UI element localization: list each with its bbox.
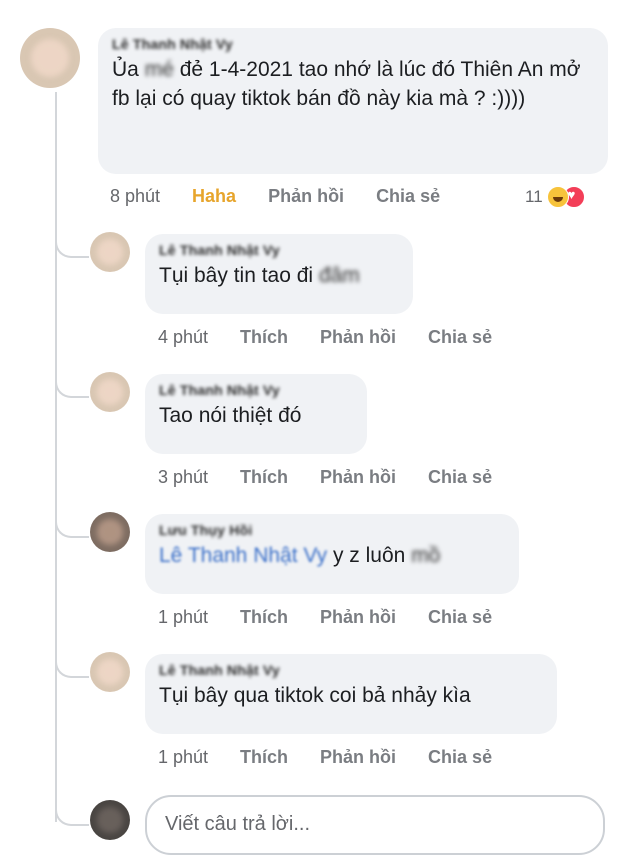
reply-author-avatar[interactable] <box>90 372 130 412</box>
reply-button[interactable]: Phản hồi <box>320 327 396 348</box>
reply-bubble: Lê Thanh Nhật Vy Tụi bây qua tiktok coi … <box>145 654 557 734</box>
reply-author-name[interactable]: Lê Thanh Nhật Vy <box>159 242 399 258</box>
comment-author-avatar[interactable] <box>20 28 80 88</box>
reply-text: Tụi bây qua tiktok coi bả nhảy kìa <box>159 684 471 707</box>
share-button[interactable]: Chia sẻ <box>376 186 440 207</box>
reply-text: Tao nói thiệt đó <box>159 404 302 427</box>
comment-actions: 8 phút Haha Phản hồi Chia sẻ <box>110 186 472 207</box>
like-button[interactable]: Thích <box>240 467 288 488</box>
reaction-haha-button[interactable]: Haha <box>192 186 236 207</box>
reply-connector <box>55 512 89 538</box>
reply-author-avatar[interactable] <box>90 232 130 272</box>
share-button[interactable]: Chia sẻ <box>428 327 492 348</box>
reply-text-visible: y z luôn <box>332 544 406 567</box>
avatar-face <box>97 239 123 265</box>
reply-actions: 1 phút Thích Phản hồi Chia sẻ <box>158 747 524 768</box>
comment-blurred-word: mé <box>144 58 174 81</box>
reply-time[interactable]: 1 phút <box>158 607 208 628</box>
comment-bubble: Lê Thanh Nhật Vy Ủa mé đẻ 1-4-2021 tao n… <box>98 28 608 174</box>
reply-connector <box>55 800 89 826</box>
reaction-count: 11 <box>525 187 543 206</box>
reply-author-name[interactable]: Lê Thanh Nhật Vy <box>159 662 543 678</box>
reply-bubble: Lê Thanh Nhật Vy Tao nói thiệt đó <box>145 374 367 454</box>
comment-time[interactable]: 8 phút <box>110 186 160 207</box>
reply-blurred-word: mồ <box>411 544 441 567</box>
reply-button[interactable]: Phản hồi <box>320 747 396 768</box>
comment-text-prefix: Ủa <box>112 58 139 81</box>
reply-time[interactable]: 3 phút <box>158 467 208 488</box>
reply-time[interactable]: 1 phút <box>158 747 208 768</box>
avatar-face <box>30 38 70 78</box>
current-user-avatar <box>90 800 130 840</box>
reply-connector <box>55 372 89 398</box>
reply-author-name[interactable]: Lê Thanh Nhật Vy <box>159 382 353 398</box>
reply-text-visible: Tụi bây tin tao đi <box>159 264 314 287</box>
reply-text: Tụi bây tin tao đi đâm <box>159 261 399 290</box>
avatar-face <box>97 379 123 405</box>
reply-blurred-word: đâm <box>318 264 360 287</box>
avatar-face <box>97 659 123 685</box>
mention-link[interactable]: Lê Thanh Nhật Vy <box>159 544 327 567</box>
haha-icon <box>546 186 569 208</box>
reply-author-avatar[interactable] <box>90 512 130 552</box>
reply-input[interactable]: Viết câu trả lời... <box>145 795 605 855</box>
reply-actions: 4 phút Thích Phản hồi Chia sẻ <box>158 327 524 348</box>
comment-text: Ủa mé đẻ 1-4-2021 tao nhớ là lúc đó Thiê… <box>112 55 594 113</box>
reply-button[interactable]: Phản hồi <box>320 607 396 628</box>
like-button[interactable]: Thích <box>240 607 288 628</box>
reply-author-avatar[interactable] <box>90 652 130 692</box>
share-button[interactable]: Chia sẻ <box>428 607 492 628</box>
comment-text-rest: đẻ 1-4-2021 tao nhớ là lúc đó Thiên An m… <box>112 58 581 110</box>
thread-line <box>55 92 57 822</box>
reaction-summary[interactable]: 11 <box>525 186 585 208</box>
reply-button[interactable]: Phản hồi <box>268 186 344 207</box>
reply-bubble: Lưu Thụy Hồi Lê Thanh Nhật Vy y z luôn m… <box>145 514 519 594</box>
avatar-face <box>97 807 123 833</box>
avatar-face <box>97 519 123 545</box>
reply-button[interactable]: Phản hồi <box>320 467 396 488</box>
share-button[interactable]: Chia sẻ <box>428 467 492 488</box>
comment-author-name[interactable]: Lê Thanh Nhật Vy <box>112 36 594 52</box>
reply-bubble: Lê Thanh Nhật Vy Tụi bây tin tao đi đâm <box>145 234 413 314</box>
share-button[interactable]: Chia sẻ <box>428 747 492 768</box>
reply-connector <box>55 232 89 258</box>
like-button[interactable]: Thích <box>240 327 288 348</box>
reply-author-name[interactable]: Lưu Thụy Hồi <box>159 522 505 538</box>
reply-actions: 1 phút Thích Phản hồi Chia sẻ <box>158 607 524 628</box>
like-button[interactable]: Thích <box>240 747 288 768</box>
reply-connector <box>55 652 89 678</box>
reply-text: Lê Thanh Nhật Vy y z luôn mồ <box>159 541 505 570</box>
reply-actions: 3 phút Thích Phản hồi Chia sẻ <box>158 467 524 488</box>
reply-time[interactable]: 4 phút <box>158 327 208 348</box>
